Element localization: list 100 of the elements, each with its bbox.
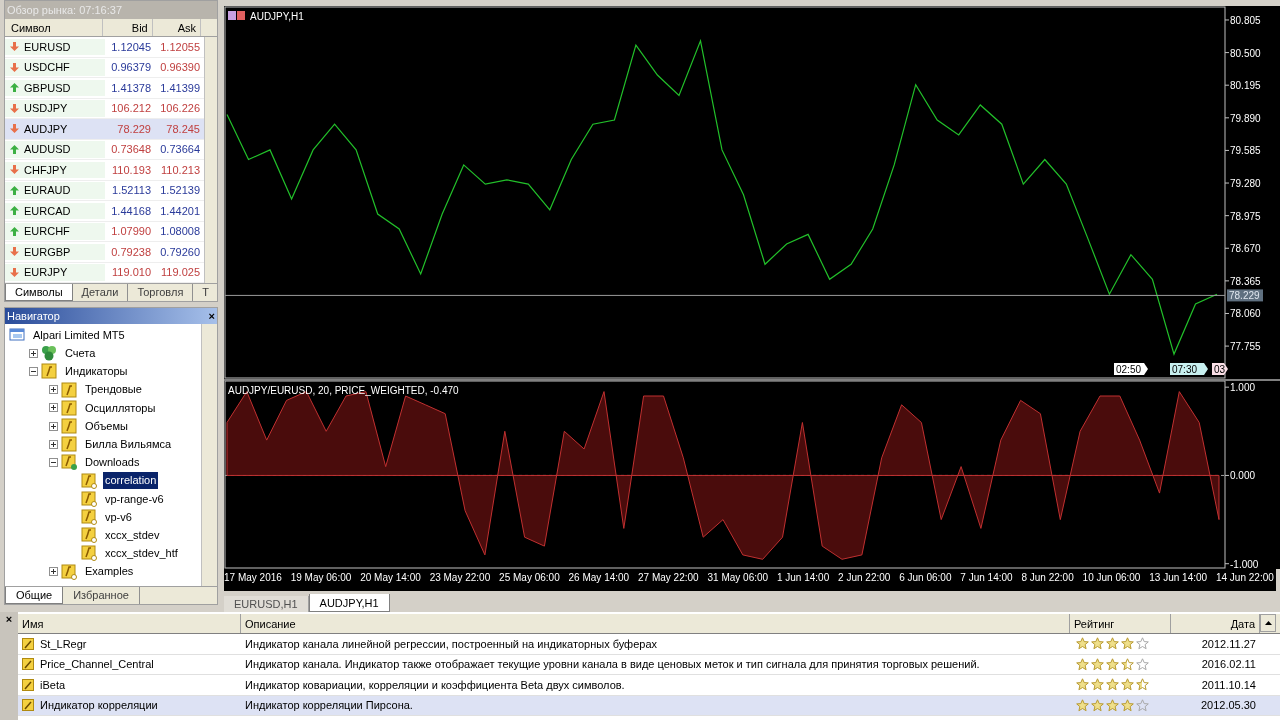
star-icon [1091,698,1104,712]
y-tick-label: 0.000 [1230,470,1256,482]
time-label: 8 Jun 22:00 [1021,571,1074,585]
expand-icon[interactable] [49,385,58,395]
star-icon [1076,678,1089,692]
column-header[interactable]: Ask [152,19,201,36]
column-header[interactable]: Bid [103,19,153,36]
indicator-row[interactable]: iBeta Индикатор ковариации, корреляции и коэффициента Beta двух символов. 2011.10.14 [18,675,1280,696]
symbol-row[interactable]: EURAUD 1.52113 1.52139 [5,180,204,201]
tree-item[interactable]: Осцилляторы [83,399,158,417]
symbol-row[interactable]: AUDJPY 78.229 78.245 [5,119,204,140]
symbol-row[interactable]: USDCHF 0.96379 0.96390 [5,57,204,78]
chart-tab[interactable]: EURUSD,H1 [224,596,309,612]
tree-item[interactable]: Билла Вильямса [83,435,174,453]
chart-tab[interactable]: AUDJPY,H1 [308,594,390,612]
price-tick: 79.890 [1224,112,1261,124]
panel-tab[interactable]: Общие [5,587,64,604]
panel-tab[interactable]: Избранное [63,587,140,604]
time-label: 10 Jun 06:00 [1082,571,1141,585]
up-arrow-icon [10,144,19,154]
panel-tab[interactable]: Т [193,284,217,301]
close-icon[interactable]: × [5,614,13,626]
time-label: 13 Jun 14:00 [1149,571,1208,585]
tree-item[interactable]: Downloads [83,454,142,471]
panel-tab[interactable]: Детали [72,284,129,301]
indicator-row[interactable]: St_LRegr Индикатор канала линейной регрессии, построенный на индикаторных буферах 2012.11.27 [18,634,1280,655]
chart-title: AUDJPY,H1 [250,11,304,22]
star-icon [1136,678,1149,692]
tree-item[interactable]: correlation [103,472,159,489]
scroll-up-button[interactable] [1260,614,1276,632]
bid-price: 106.212 [110,101,152,116]
indicator-row[interactable]: Индикатор корреляции Индикатор корреляции Пирсона. 2012.05.30 [18,695,1280,716]
tree-item[interactable]: xccx_stdev_htf [103,545,180,562]
time-label: 19 May 06:00 [290,571,352,585]
indicator-icon [81,508,97,525]
star-icon [1076,657,1089,671]
tree-item[interactable]: Объемы [83,417,130,435]
panel-tab[interactable]: Торговля [128,284,194,301]
star-icon [1121,698,1134,712]
expand-icon[interactable] [49,439,58,449]
date-cell-text: 2011.10.14 [1200,677,1257,693]
bid-price: 110.193 [111,162,152,178]
y-tick-label: 1.000 [1230,382,1256,394]
y-tick-label: 79.280 [1230,178,1262,190]
time-label: 25 May 06:00 [499,571,560,585]
price-tick: 79.280 [1224,178,1261,190]
expand-icon[interactable] [49,421,58,431]
collapse-icon[interactable] [49,457,58,467]
column-header[interactable]: Описание [241,614,1070,633]
column-header[interactable]: Символ [5,19,104,36]
panel-title: Обзор рынка: 07:16:37 [5,1,217,19]
expand-icon[interactable] [29,348,38,358]
tree-item[interactable]: Трендовые [83,381,144,398]
tree-item[interactable]: Индикаторы [63,363,130,380]
tree-item[interactable]: vp-v6 [103,508,134,526]
y-tick-label: 79.585 [1230,145,1262,157]
tree-item[interactable]: vp-range-v6 [103,490,166,508]
time-marker: 02:50 [1114,363,1148,375]
expand-icon[interactable] [49,403,58,413]
time-marker: 03 [1212,363,1228,375]
bid-price: 1.12045 [110,39,152,55]
symbol-row[interactable]: CHFJPY 110.193 110.213 [5,160,204,181]
tree-item[interactable]: xccx_stdev [103,526,162,544]
indicator-icon [22,658,34,671]
scrollbar[interactable] [201,324,217,586]
symbol-row[interactable]: AUDUSD 0.73648 0.73664 [5,139,204,160]
time-label: 14 Jun 22:00 [1215,571,1274,585]
symbol-row[interactable]: EURCHF 1.07990 1.08008 [5,221,204,242]
y-tick-label: 78.060 [1230,308,1262,320]
tree-item[interactable]: Alpari Limited MT5 [31,326,127,344]
star-icon [1106,637,1119,651]
symbol-row[interactable]: EURCAD 1.44168 1.44201 [5,201,204,222]
column-header[interactable]: Имя [18,614,241,633]
bid-price: 0.96379 [110,60,152,75]
collapse-icon[interactable] [29,366,38,376]
star-icon [1091,657,1104,671]
bid-price: 0.73648 [110,142,152,157]
time-label: 2 Jun 22:00 [838,571,891,585]
close-icon[interactable]: × [208,310,215,322]
bid-price: 119.010 [111,265,152,280]
symbol-row[interactable]: EURUSD 1.12045 1.12055 [5,37,204,58]
indicator-description: Индикатор корреляции Пирсона. [244,698,414,713]
indicator-folder-icon [61,454,77,471]
indicator-icon [22,637,34,650]
indicator-description: Индикатор ковариации, корреляции и коэффициента Beta двух символов. [244,677,626,693]
time-label: 17 May 2016 [224,571,282,585]
symbol-row[interactable]: GBPUSD 1.41378 1.41399 [5,78,204,99]
tree-item[interactable]: Счета [63,345,98,362]
panel-tab[interactable]: Символы [5,284,73,301]
indicator-description: Индикатор канала линейной регрессии, построенный на индикаторных буферах [244,636,659,652]
price-tick: 78.670 [1224,243,1261,255]
scrollbar[interactable] [204,37,217,283]
y-tick-label: 80.500 [1230,47,1262,59]
time-label: 27 May 22:00 [638,571,699,585]
symbol-row[interactable]: EURGBP 0.79238 0.79260 [5,242,204,263]
expand-icon[interactable] [49,567,58,577]
star-icon [1121,678,1134,692]
column-header[interactable]: Рейтинг [1070,614,1171,633]
tree-item[interactable]: Examples [83,563,136,580]
time-label: 31 May 06:00 [707,571,769,585]
